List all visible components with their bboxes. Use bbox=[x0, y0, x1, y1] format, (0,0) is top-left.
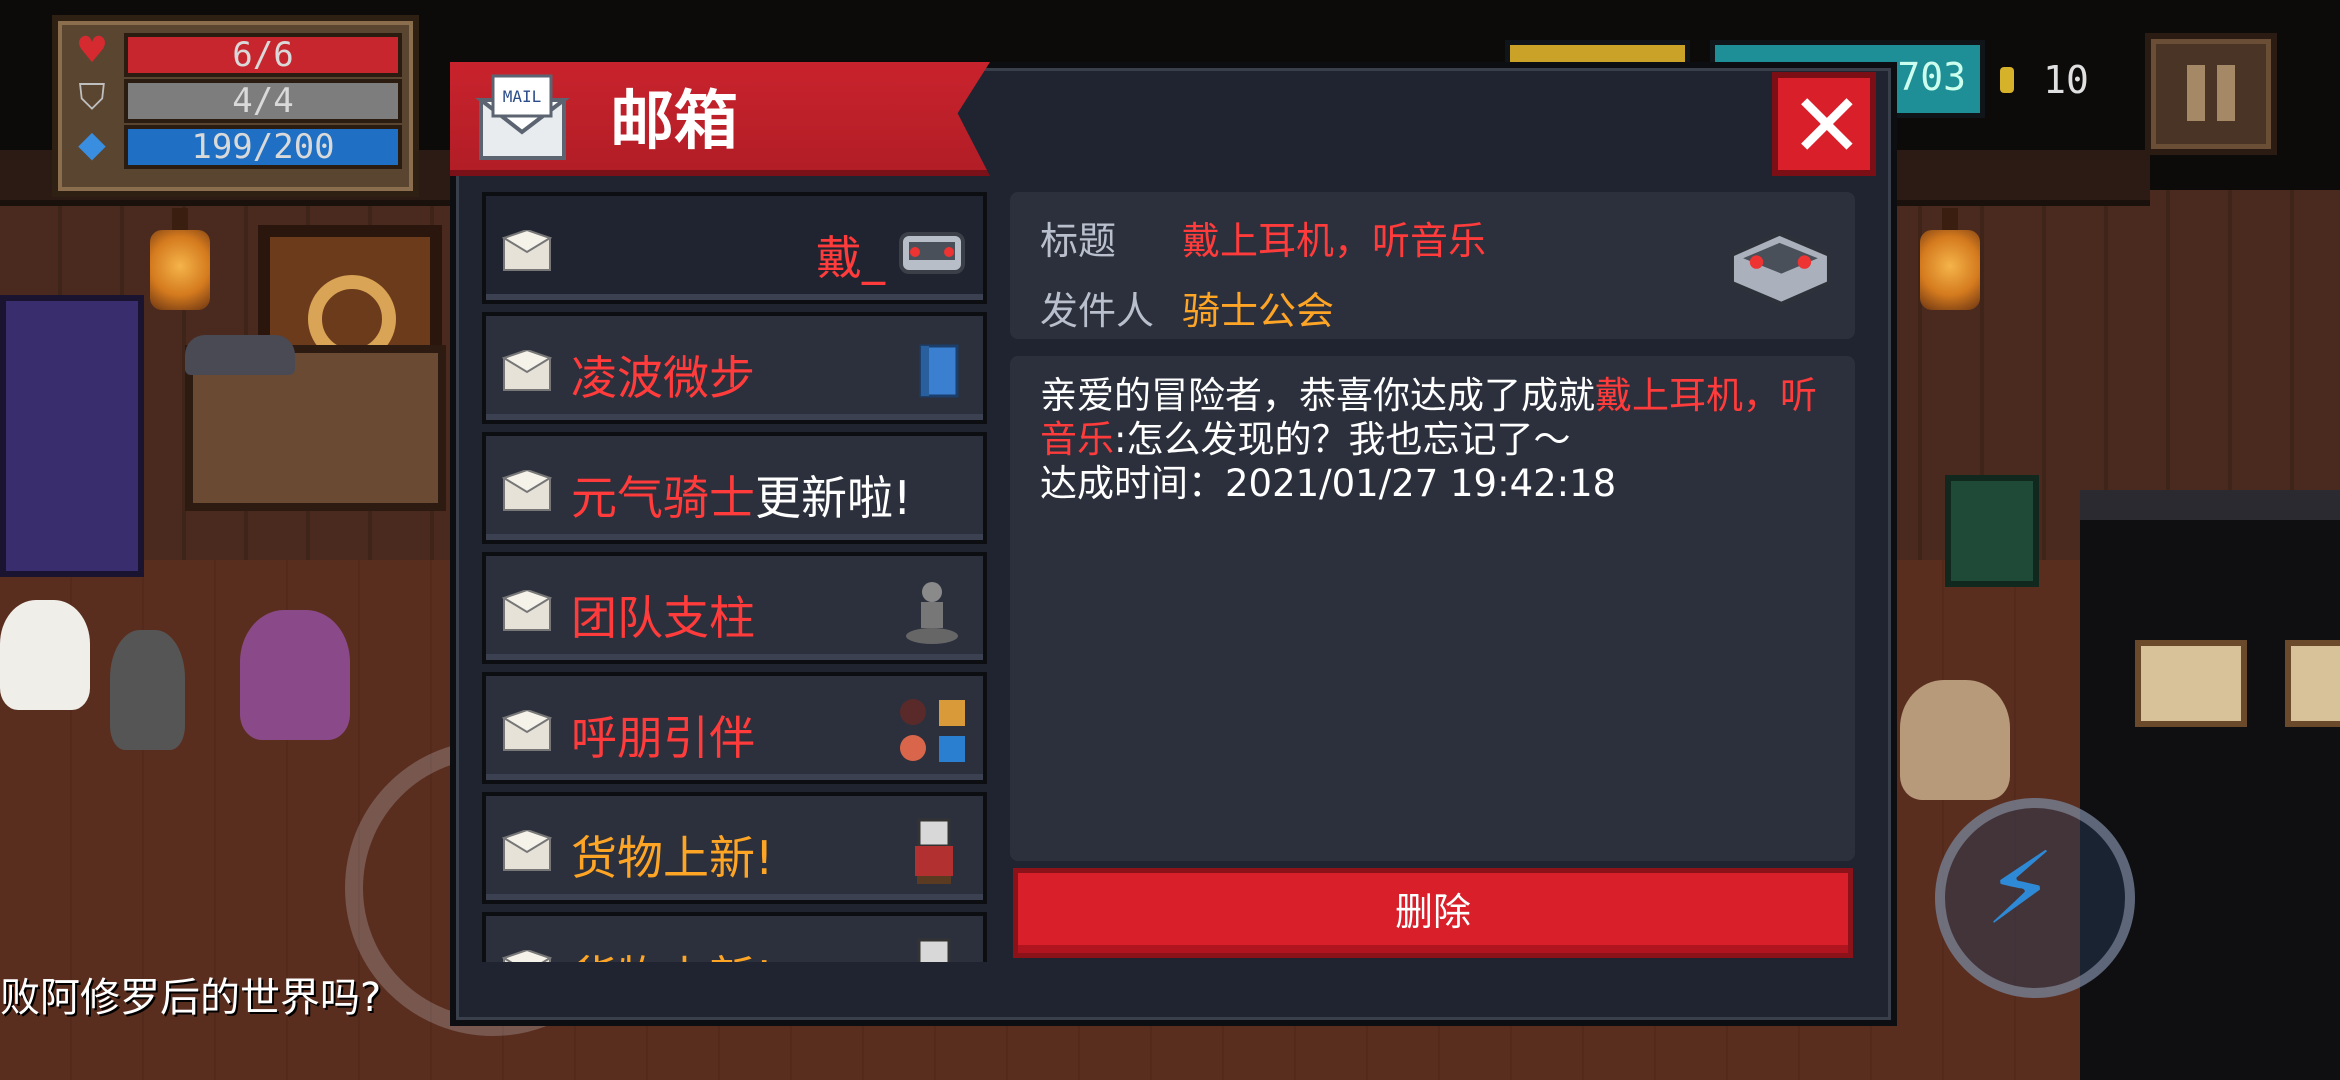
body-suffix: :怎么发现的？我也忘记了～ bbox=[1114, 418, 1571, 461]
coin-counter: 10 bbox=[2000, 58, 2089, 102]
envelope-icon bbox=[502, 350, 552, 391]
headphones-icon bbox=[899, 232, 965, 274]
statue-icon bbox=[906, 582, 958, 644]
shield-icon: ⛉ bbox=[78, 77, 106, 118]
mail-item-5[interactable]: 货物上新! bbox=[482, 792, 987, 904]
sender-label: 发件人 bbox=[1040, 289, 1155, 333]
mail-item-2[interactable]: 元气骑士更新啦! bbox=[482, 432, 987, 544]
coin-count: 10 bbox=[2043, 58, 2089, 102]
title-label: 标题 bbox=[1040, 219, 1117, 263]
heart-icon: ♥ bbox=[75, 30, 109, 71]
pause-icon-bar bbox=[2217, 65, 2235, 121]
mail-body-text: 亲爱的冒险者，恭喜你达成了成就戴上耳机，听音乐:怎么发现的？我也忘记了～ 达成时… bbox=[1040, 374, 1830, 506]
skill-button[interactable] bbox=[1935, 798, 2135, 998]
mail-icon: MAIL bbox=[475, 74, 570, 160]
close-button[interactable] bbox=[1772, 72, 1876, 177]
lantern-left bbox=[150, 208, 210, 310]
envelope-icon bbox=[502, 470, 552, 511]
npc-panda bbox=[0, 600, 90, 710]
mail-item-4[interactable]: 呼朋引伴 bbox=[482, 672, 987, 784]
mail-detail-header: 标题 戴上耳机，听音乐 发件人 骑士公会 bbox=[1010, 192, 1855, 339]
armor-bar: 4/4 bbox=[124, 79, 402, 123]
delete-button[interactable]: 删除 bbox=[1013, 868, 1853, 958]
status-panel: ♥ 6/6 ⛉ 4/4 ◆ 199/200 bbox=[52, 15, 419, 197]
npc-purple bbox=[240, 610, 350, 740]
friends-icon bbox=[900, 699, 965, 762]
mail-item-title: 凌波微步 bbox=[571, 351, 755, 405]
envelope-icon bbox=[502, 710, 552, 751]
headphones-icon bbox=[1729, 230, 1832, 307]
player-knight bbox=[1900, 680, 2010, 800]
book-icon bbox=[919, 344, 959, 398]
cat-sprite bbox=[185, 335, 295, 375]
mail-item-title: 团队支柱 bbox=[571, 591, 755, 645]
plaque-1 bbox=[2135, 640, 2247, 727]
mail-item-title: 戴_ bbox=[816, 231, 885, 285]
energy-icon: ◆ bbox=[78, 124, 106, 165]
arcade-machine bbox=[0, 295, 144, 577]
mail-item-title: 货物上新! bbox=[571, 942, 773, 962]
mail-item-1[interactable]: 凌波微步 bbox=[482, 312, 987, 424]
lantern-right bbox=[1920, 208, 1980, 310]
sender-value: 骑士公会 bbox=[1182, 289, 1335, 333]
body-prefix: 亲爱的冒险者，恭喜你达成了成就 bbox=[1040, 374, 1595, 417]
right-room bbox=[2080, 490, 2340, 1080]
energy-bar: 199/200 bbox=[124, 125, 402, 169]
merchant-icon bbox=[915, 818, 953, 884]
mail-item-title-highlight: 元气骑士 bbox=[571, 471, 755, 525]
coin-icon bbox=[2000, 67, 2014, 93]
mail-item-title: 元气骑士更新啦! bbox=[571, 462, 911, 528]
green-crate bbox=[1945, 475, 2039, 587]
envelope-icon bbox=[502, 230, 552, 271]
envelope-icon bbox=[502, 950, 552, 962]
health-bar: 6/6 bbox=[124, 33, 402, 77]
pause-icon bbox=[2187, 65, 2205, 121]
gem-count: 703 bbox=[1897, 55, 1966, 99]
mail-item-6[interactable]: 货物上新! bbox=[482, 912, 987, 962]
mail-item-3[interactable]: 团队支柱 bbox=[482, 552, 987, 664]
title-value: 戴上耳机，听音乐 bbox=[1182, 219, 1487, 263]
merchant-icon bbox=[917, 938, 951, 962]
mail-item-title: 呼朋引伴 bbox=[571, 711, 755, 765]
dialog-subtitle: 败阿修罗后的世界吗? bbox=[0, 975, 382, 1021]
envelope-icon bbox=[502, 590, 552, 631]
plaque-2 bbox=[2285, 640, 2340, 727]
mailbox-title: 邮箱 bbox=[610, 85, 738, 159]
mail-list[interactable]: 戴_ 凌波微步 元气骑士更新啦! 团队支柱 呼朋引伴 货物上新! 货物上新! bbox=[482, 192, 987, 962]
mail-detail-body: 亲爱的冒险者，恭喜你达成了成就戴上耳机，听音乐:怎么发现的？我也忘记了～ 达成时… bbox=[1010, 356, 1855, 861]
envelope-icon bbox=[502, 830, 552, 871]
npc-robot bbox=[110, 630, 185, 750]
pause-button[interactable] bbox=[2145, 33, 2277, 155]
mail-item-title-rest: 更新啦! bbox=[755, 471, 912, 525]
svg-text:MAIL: MAIL bbox=[503, 87, 542, 106]
mail-item-0[interactable]: 戴_ bbox=[482, 192, 987, 304]
achieved-time: 达成时间：2021/01/27 19:42:18 bbox=[1040, 462, 1617, 505]
mail-item-title: 货物上新! bbox=[571, 831, 774, 885]
